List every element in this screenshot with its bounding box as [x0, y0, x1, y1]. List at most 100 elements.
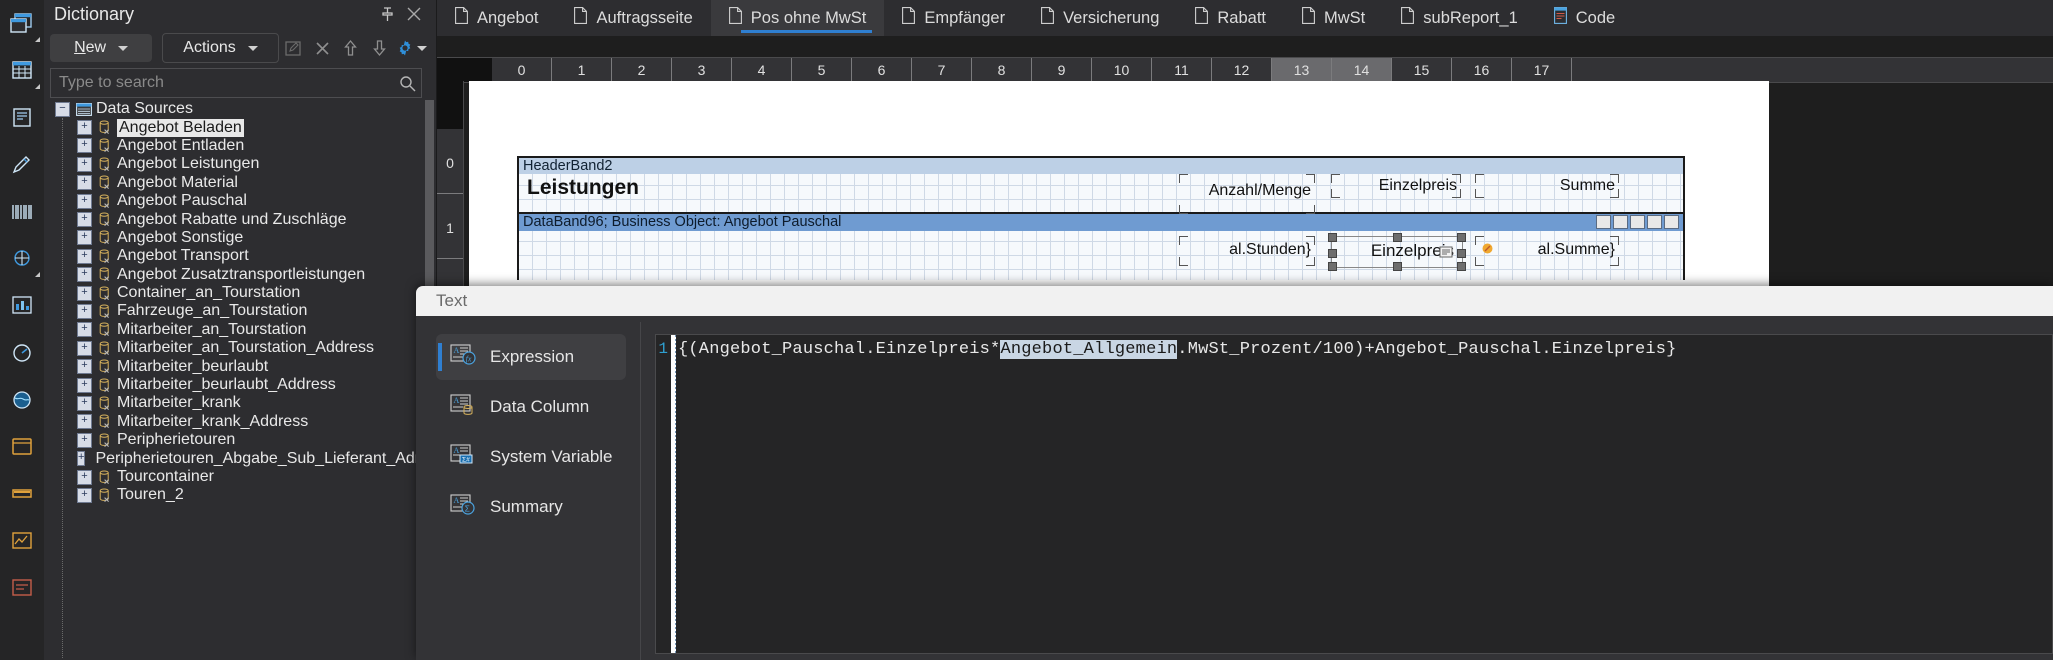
edit-button[interactable] — [279, 34, 308, 62]
expand-toggle-icon[interactable]: + — [77, 451, 86, 467]
expand-toggle-icon[interactable]: + — [77, 120, 92, 136]
actions-button[interactable]: Actions — [161, 33, 280, 63]
tab-rabatt[interactable]: Rabatt — [1177, 0, 1284, 36]
rail-barcode-icon[interactable] — [0, 188, 44, 235]
expand-toggle-icon[interactable]: + — [77, 303, 92, 319]
search-icon[interactable] — [393, 75, 421, 92]
move-down-button[interactable] — [365, 34, 394, 62]
field-summe-pauschal[interactable]: al.Summe} — [1475, 236, 1619, 266]
expand-toggle-icon[interactable]: + — [77, 377, 92, 393]
selected-field-einzelpreis[interactable]: Einzelpreis — [1328, 233, 1466, 271]
list-item[interactable]: + Peripherietouren — [50, 431, 442, 449]
list-item[interactable]: + Fahrzeuge_an_Tourstation — [50, 302, 442, 320]
expand-toggle-icon[interactable]: + — [77, 285, 92, 301]
list-item[interactable]: + Angebot Entladen — [50, 137, 442, 155]
page-tabs[interactable]: Angebot Auftragsseite Pos ohne MwSt Empfäng… — [437, 0, 2053, 37]
tab-versicherung[interactable]: Versicherung — [1023, 0, 1177, 36]
expand-toggle-icon[interactable]: + — [77, 340, 92, 356]
rail-map-icon[interactable] — [0, 376, 44, 423]
code-editor[interactable]: 1 {(Angebot_Pauschal.Einzelpreis*Angebot… — [655, 334, 2053, 654]
rail-pen-icon[interactable] — [0, 141, 44, 188]
tab-auftragsseite[interactable]: Auftragsseite — [556, 0, 710, 36]
list-item[interactable]: + Angebot Material — [50, 174, 442, 192]
field-stunden-pauschal[interactable]: al.Stunden} — [1179, 236, 1315, 266]
source-item-data-column[interactable]: A Data Column — [436, 384, 626, 430]
tab-subreport-1[interactable]: subReport_1 — [1383, 0, 1535, 36]
source-item-expression[interactable]: Afx Expression — [436, 334, 626, 380]
list-item[interactable]: + Mitarbeiter_an_Tourstation — [50, 321, 442, 339]
expand-toggle-icon[interactable]: + — [77, 414, 92, 430]
rail-shapes-icon[interactable] — [0, 235, 44, 282]
list-item[interactable]: + Peripherietouren_Abgabe_Sub_Lieferant_A… — [50, 449, 442, 467]
collapse-toggle-icon[interactable]: − — [55, 101, 70, 117]
list-item[interactable]: + Mitarbeiter_an_Tourstation_Address — [50, 339, 442, 357]
band-tool-expand-icon[interactable] — [1630, 215, 1645, 229]
expand-toggle-icon[interactable]: + — [77, 395, 92, 411]
expand-toggle-icon[interactable]: + — [77, 230, 92, 246]
expand-toggle-icon[interactable]: + — [77, 322, 92, 338]
list-item[interactable]: + Angebot Zusatztransportleistungen — [50, 266, 442, 284]
band-tool-buttons[interactable] — [1596, 215, 1679, 229]
rail-gauge-icon[interactable] — [0, 329, 44, 376]
band-tool-columns-icon[interactable] — [1613, 215, 1628, 229]
header-column-anzahl[interactable]: Anzahl/Menge — [1179, 174, 1315, 214]
tab-mwst[interactable]: MwSt — [1284, 0, 1383, 36]
expand-toggle-icon[interactable]: + — [77, 138, 92, 154]
code-line[interactable]: {(Angebot_Pauschal.Einzelpreis*Angebot_A… — [678, 340, 1677, 359]
expand-toggle-icon[interactable]: + — [77, 156, 92, 172]
rail-bar-icon[interactable] — [0, 470, 44, 517]
search-box[interactable] — [50, 68, 422, 98]
header-title-text[interactable]: Leistungen — [527, 176, 639, 200]
expand-toggle-icon[interactable]: + — [77, 432, 92, 448]
list-item[interactable]: + Touren_2 — [50, 486, 442, 504]
list-item[interactable]: + Angebot Sonstige — [50, 229, 442, 247]
rail-chart-icon[interactable] — [0, 282, 44, 329]
list-item[interactable]: + Angebot Transport — [50, 247, 442, 265]
rail-sparkline-icon[interactable] — [0, 517, 44, 564]
tab-angebot[interactable]: Angebot — [437, 0, 556, 36]
settings-button[interactable] — [394, 34, 430, 62]
pin-icon[interactable] — [381, 7, 394, 28]
list-item[interactable]: + Angebot Leistungen — [50, 155, 442, 173]
search-input[interactable] — [51, 74, 393, 92]
expand-toggle-icon[interactable]: + — [77, 267, 92, 283]
list-item[interactable]: + Angebot Pauschal — [50, 192, 442, 210]
list-item[interactable]: + Angebot Rabatte und Zuschläge — [50, 210, 442, 228]
list-item[interactable]: + Tourcontainer — [50, 468, 442, 486]
tab-code[interactable]: Code — [1536, 0, 1633, 36]
band-tool-dropdown-icon[interactable] — [1647, 215, 1662, 229]
rail-data-table-icon[interactable] — [0, 47, 44, 94]
header-column-einzelpreis[interactable]: Einzelpreis — [1331, 174, 1461, 198]
expand-toggle-icon[interactable]: + — [77, 175, 92, 191]
band-tool-resize-icon[interactable] — [1596, 215, 1611, 229]
tree-node-root[interactable]: − Data Sources — [50, 100, 442, 118]
tab-pos-ohne-mwst[interactable]: Pos ohne MwSt — [710, 0, 885, 36]
list-item[interactable]: + Mitarbeiter_beurlaubt — [50, 357, 442, 375]
expand-toggle-icon[interactable]: + — [77, 248, 92, 264]
expand-toggle-icon[interactable]: + — [77, 359, 92, 375]
expand-toggle-icon[interactable]: + — [77, 212, 92, 228]
expand-toggle-icon[interactable]: + — [77, 469, 92, 485]
source-item-summary[interactable]: A Σ Summary — [436, 484, 626, 530]
band-tool-copy-icon[interactable] — [1664, 215, 1679, 229]
list-item[interactable]: + Mitarbeiter_beurlaubt_Address — [50, 376, 442, 394]
list-item[interactable]: + Container_an_Tourstation — [50, 284, 442, 302]
expression-source-list[interactable]: Afx Expression A Data Column A Σ# System Varia… — [416, 316, 640, 660]
header-band[interactable]: HeaderBand2 Leistungen Anzahl/Menge Einz… — [517, 156, 1685, 214]
tab-empf-nger[interactable]: Empfänger — [884, 0, 1023, 36]
data-band-96[interactable]: DataBand96; Business Object: Angebot Pau… — [517, 214, 1685, 280]
rail-panel-icon[interactable] — [0, 423, 44, 470]
rail-pages-icon[interactable] — [0, 0, 44, 47]
list-item[interactable]: + Mitarbeiter_krank_Address — [50, 413, 442, 431]
expand-toggle-icon[interactable]: + — [77, 193, 92, 209]
rail-subreport-icon[interactable] — [0, 564, 44, 611]
close-icon[interactable] — [406, 6, 422, 27]
move-up-button[interactable] — [337, 34, 366, 62]
list-item[interactable]: + Angebot Beladen — [50, 118, 442, 137]
new-button[interactable]: New — [50, 34, 153, 62]
rail-report-icon[interactable] — [0, 94, 44, 141]
header-column-summe[interactable]: Summe — [1475, 174, 1619, 198]
list-item[interactable]: + Mitarbeiter_krank — [50, 394, 442, 412]
source-item-system-variable[interactable]: A Σ# System Variable — [436, 434, 626, 480]
data-sources-tree[interactable]: − Data Sources + Angebot Beladen + Angebot … — [50, 100, 442, 660]
